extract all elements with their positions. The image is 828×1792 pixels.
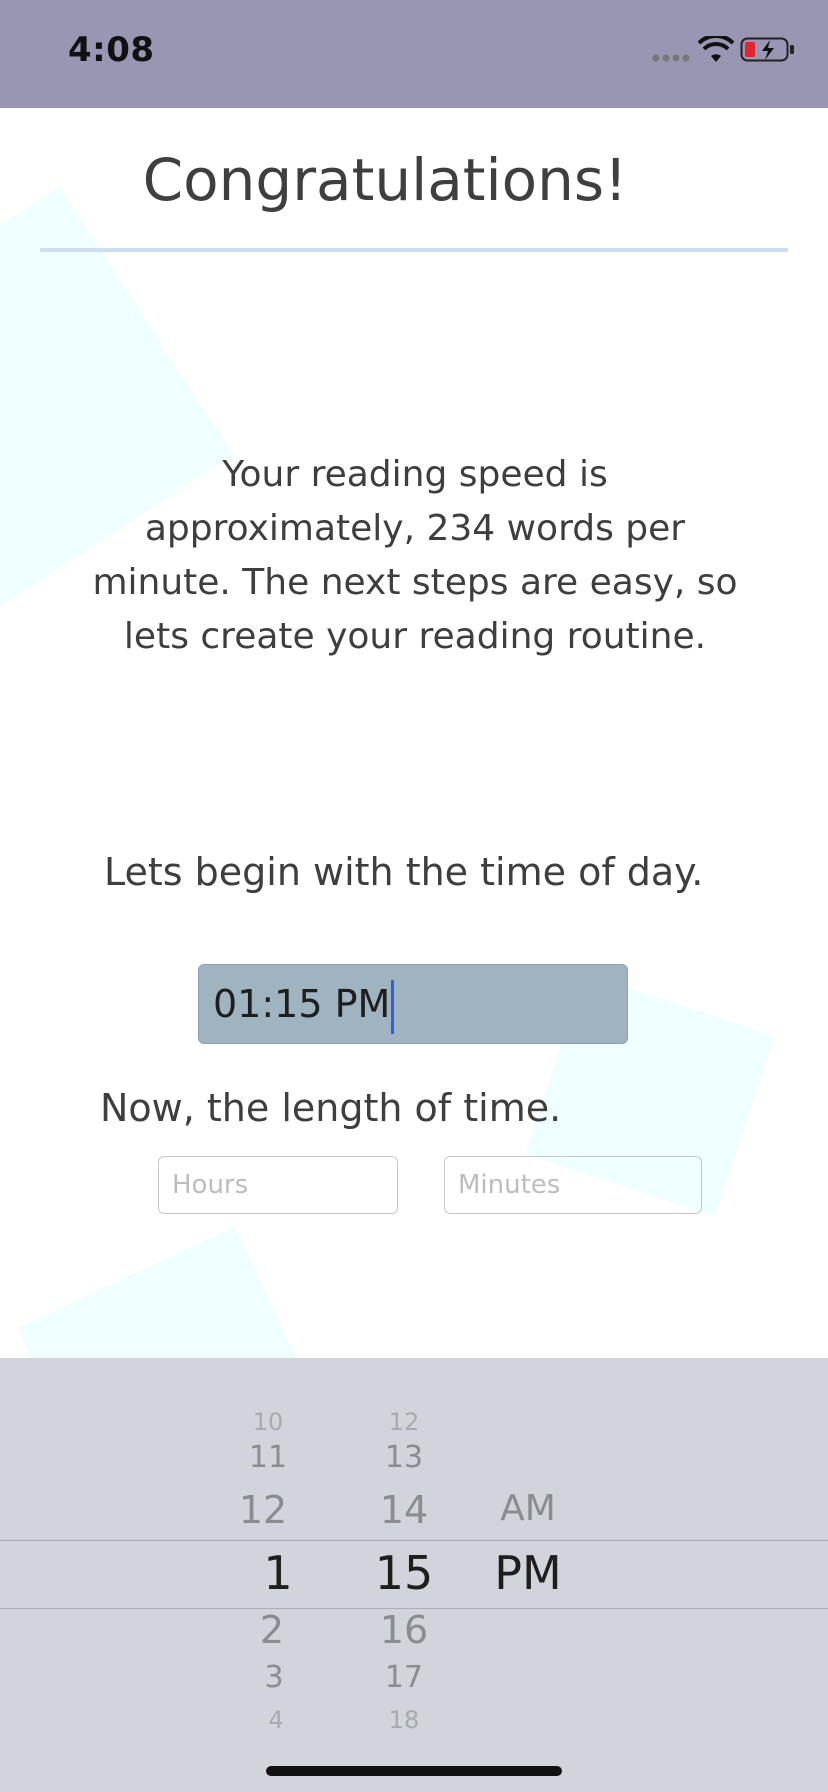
picker-selection-top-line: [0, 1540, 828, 1541]
time-of-day-field[interactable]: 01:15 PM: [198, 964, 628, 1044]
home-indicator[interactable]: [266, 1766, 562, 1776]
length-of-time-prompt: Now, the length of time.: [100, 1086, 562, 1130]
picker-period-item-selected[interactable]: PM: [468, 1546, 588, 1600]
status-bar: 4:08: [0, 0, 828, 108]
wifi-icon: [698, 36, 734, 62]
picker-hour-item[interactable]: 4: [216, 1706, 336, 1734]
time-picker[interactable]: 10 11 12 1 2 3 4 12 13 14 15 16 17 18 AM…: [0, 1358, 828, 1792]
picker-minute-item[interactable]: 12: [344, 1408, 464, 1436]
picker-minute-item[interactable]: 16: [344, 1608, 464, 1652]
page-title: Congratulations!: [142, 146, 628, 214]
time-of-day-value: 01:15 PM: [213, 982, 391, 1026]
text-caret: [391, 979, 395, 1034]
minutes-input[interactable]: [444, 1156, 702, 1214]
picker-minute-item[interactable]: 13: [344, 1440, 464, 1475]
picker-hour-item-selected[interactable]: 1: [218, 1546, 338, 1600]
picker-minute-item-selected[interactable]: 15: [344, 1546, 464, 1600]
time-of-day-prompt: Lets begin with the time of day.: [104, 850, 704, 894]
picker-hour-item[interactable]: 2: [212, 1608, 332, 1652]
hours-input[interactable]: [158, 1156, 398, 1214]
picker-hour-item[interactable]: 3: [214, 1660, 334, 1695]
picker-minute-item[interactable]: 14: [344, 1488, 464, 1532]
battery-icon: [740, 37, 794, 62]
picker-hour-item[interactable]: 10: [208, 1408, 328, 1436]
title-divider: [40, 248, 788, 252]
status-time: 4:08: [68, 30, 155, 70]
picker-period-item[interactable]: AM: [468, 1488, 588, 1529]
picker-minute-item[interactable]: 18: [344, 1706, 464, 1734]
picker-hour-item[interactable]: 11: [208, 1440, 328, 1475]
picker-minute-item[interactable]: 17: [344, 1660, 464, 1695]
signal-icon: [652, 54, 690, 62]
reading-speed-message: Your reading speed is approximately, 234…: [92, 454, 738, 657]
picker-hour-item[interactable]: 12: [203, 1488, 323, 1532]
